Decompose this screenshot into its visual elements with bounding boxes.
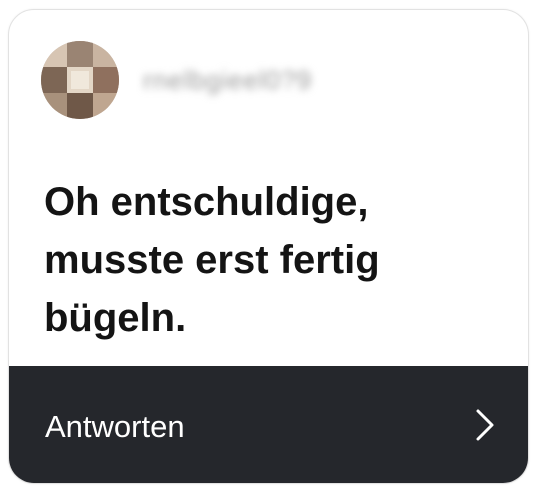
reply-button[interactable]: Antworten bbox=[9, 366, 528, 483]
message-text: Oh entschuldige, musste erst fertig büge… bbox=[44, 180, 380, 340]
avatar-image bbox=[41, 41, 119, 119]
username[interactable]: rnelbgieel0?9 bbox=[143, 65, 312, 96]
chevron-right-icon bbox=[476, 409, 494, 440]
message-card: rnelbgieel0?9 Oh entschuldige, musste er… bbox=[8, 9, 529, 484]
message-header: rnelbgieel0?9 bbox=[41, 40, 312, 120]
avatar[interactable] bbox=[41, 41, 119, 119]
reply-button-label: Antworten bbox=[45, 408, 185, 444]
